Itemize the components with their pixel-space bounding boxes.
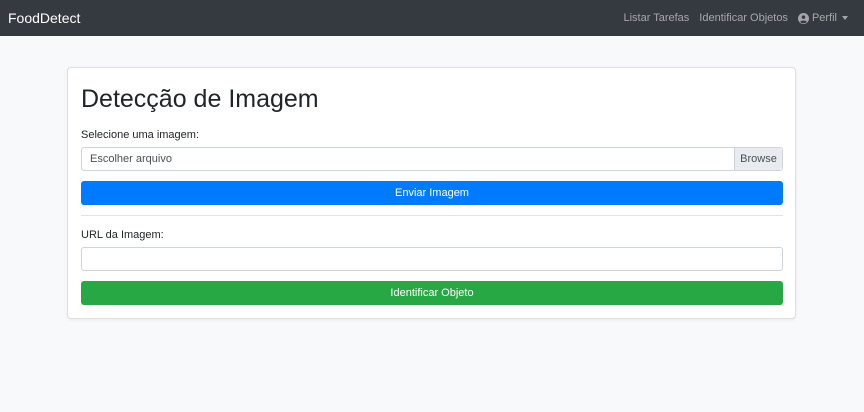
chevron-down-icon xyxy=(842,16,848,20)
brand-logo[interactable]: FoodDetect xyxy=(8,10,80,26)
nav-link-identificar-objetos[interactable]: Identificar Objetos xyxy=(699,12,788,24)
profile-label: Perfil xyxy=(811,12,837,24)
profile-dropdown[interactable]: Perfil xyxy=(797,12,848,24)
nav-link-listar-tarefas[interactable]: Listar Tarefas xyxy=(623,12,689,24)
file-label: Selecione uma imagem: xyxy=(81,129,200,141)
upload-image-button[interactable]: Enviar Imagem xyxy=(81,181,783,205)
browse-button[interactable]: Browse xyxy=(734,148,782,170)
user-circle-icon xyxy=(797,12,809,24)
page-title: Detecção de Imagem xyxy=(81,85,319,113)
file-input-placeholder: Escolher arquivo xyxy=(90,153,172,165)
url-label: URL da Imagem: xyxy=(81,229,164,241)
divider xyxy=(81,215,783,216)
file-input[interactable]: Escolher arquivo Browse xyxy=(81,147,783,171)
top-navbar: FoodDetect Listar Tarefas Identificar Ob… xyxy=(0,0,864,36)
image-detection-card: Detecção de Imagem Selecione uma imagem:… xyxy=(67,67,796,319)
image-url-input[interactable] xyxy=(81,247,783,271)
identify-object-button[interactable]: Identificar Objeto xyxy=(81,281,783,305)
nav-links: Listar Tarefas Identificar Objetos Perfi… xyxy=(613,12,856,24)
